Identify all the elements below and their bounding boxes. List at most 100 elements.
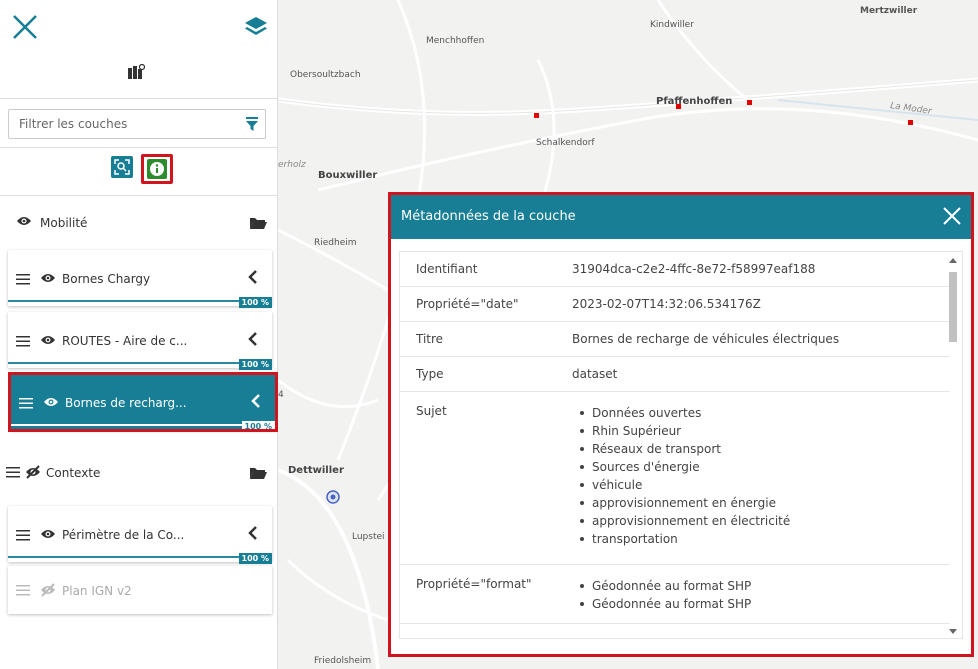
metadata-value: Bornes de recharge de véhicules électriq… [556, 321, 950, 357]
layers-icon[interactable] [243, 14, 269, 40]
scroll-thumb[interactable] [949, 272, 957, 342]
chevron-left-icon[interactable] [248, 270, 258, 284]
info-icon [150, 162, 164, 176]
layer-name: Bornes Chargy [62, 272, 151, 286]
place-label: Riedheim [314, 238, 357, 248]
list-item: véhicule [572, 476, 950, 494]
list-item: Rhin Supérieur [572, 422, 950, 440]
charging-station-marker[interactable] [747, 100, 752, 105]
zoom-to-layer-button[interactable] [111, 156, 133, 178]
place-label: Menchhoffen [426, 36, 485, 46]
charging-station-marker[interactable] [534, 113, 539, 118]
metadata-key: Propriété="format" [400, 564, 556, 624]
zoom-extent-icon [114, 159, 130, 175]
eye-icon[interactable] [40, 272, 56, 284]
layer-item-hidden[interactable]: Plan IGN v2 [8, 566, 272, 614]
scrollbar[interactable] [948, 256, 958, 636]
table-row: Type dataset [400, 356, 950, 392]
drag-handle-icon[interactable] [16, 530, 30, 541]
table-row: Propriété="format" Géodonnée au format S… [400, 564, 950, 624]
chevron-left-icon[interactable] [248, 526, 258, 540]
list-item: approvisionnement en énergie [572, 494, 950, 512]
close-icon[interactable] [10, 12, 40, 42]
list-item: Sources d'énergie [572, 458, 950, 476]
layer-group-contexte[interactable]: Contexte [0, 446, 278, 500]
layer-name: Périmètre de la Co... [62, 528, 185, 542]
folder-open-icon[interactable] [249, 466, 267, 480]
scroll-up-arrow-icon[interactable] [949, 258, 957, 263]
opacity-bar[interactable] [8, 300, 272, 302]
group-name: Mobilité [40, 216, 88, 230]
map-catalog-icon[interactable] [127, 64, 145, 80]
metadata-dialog: Métadonnées de la couche Identifiant 319… [388, 192, 974, 657]
eye-slash-icon[interactable] [39, 583, 57, 597]
list-item: Réseaux de transport [572, 440, 950, 458]
table-row: Sujet Données ouvertes Rhin Supérieur Ré… [400, 391, 950, 565]
place-label: Schalkendorf [536, 138, 595, 148]
opacity-badge: 100 % [238, 297, 272, 308]
charging-station-marker[interactable] [908, 120, 913, 125]
table-row: Propriété="date" 2023-02-07T14:32:06.534… [400, 286, 950, 322]
filter-icon[interactable] [245, 117, 259, 131]
opacity-badge: 100 % [238, 359, 272, 370]
metadata-key: Propriété="date" [400, 286, 556, 322]
opacity-bar[interactable] [8, 362, 272, 364]
list-item: Données ouvertes [572, 404, 950, 422]
place-label: Lupstei [352, 532, 385, 542]
scroll-down-arrow-icon[interactable] [949, 629, 957, 634]
metadata-key: Titre [400, 321, 556, 357]
opacity-bar[interactable] [8, 556, 272, 558]
close-icon[interactable] [941, 205, 963, 227]
place-label: Dettwiller [288, 465, 344, 476]
place-label: erholz [278, 160, 306, 170]
group-name: Contexte [46, 466, 101, 480]
layer-name: Plan IGN v2 [62, 584, 132, 598]
place-label: Friedolsheim [314, 656, 372, 666]
metadata-value-list: Géodonnée au format SHP Géodonnée au for… [556, 564, 950, 624]
layer-group-mobilite[interactable]: Mobilité [0, 196, 278, 250]
eye-slash-icon[interactable] [24, 465, 42, 479]
dialog-title: Métadonnées de la couche [401, 209, 576, 224]
metadata-key: Type [400, 356, 556, 392]
layer-tools [0, 148, 278, 196]
charging-station-marker[interactable] [676, 104, 681, 109]
opacity-badge: 100 % [238, 553, 272, 564]
metadata-key: Sujet [400, 391, 556, 565]
place-label: Bouxwiller [318, 170, 378, 181]
metadata-key: Identifiant [400, 252, 556, 287]
drag-handle-icon[interactable] [6, 467, 20, 478]
filter-input[interactable]: Filtrer les couches [8, 109, 266, 139]
drag-handle-icon[interactable] [16, 274, 30, 285]
layer-info-button[interactable] [141, 154, 173, 184]
metadata-table: Identifiant 31904dca-c2e2-4ffc-8e72-f589… [400, 252, 950, 624]
place-label: Pfaffenhoffen [656, 96, 733, 107]
metadata-content[interactable]: Identifiant 31904dca-c2e2-4ffc-8e72-f589… [399, 251, 963, 639]
drag-handle-icon[interactable] [16, 585, 30, 596]
place-label: Mertzwiller [860, 6, 918, 16]
layer-filter-row: Filtrer les couches [0, 98, 278, 148]
metadata-value: dataset [556, 356, 950, 392]
folder-open-icon[interactable] [249, 216, 267, 230]
list-item: Géodonnée au format SHP [572, 595, 950, 613]
place-label: Obersoultzbach [290, 70, 361, 80]
selection-highlight [8, 372, 278, 432]
list-item: approvisionnement en électricité [572, 512, 950, 530]
place-label: Kindwiller [650, 20, 694, 30]
metadata-value-list: Données ouvertes Rhin Supérieur Réseaux … [556, 391, 950, 565]
layer-name: ROUTES - Aire de c... [62, 334, 188, 348]
eye-icon[interactable] [40, 528, 56, 540]
metadata-value: 31904dca-c2e2-4ffc-8e72-f58997eaf188 [556, 252, 950, 287]
layer-item[interactable]: ROUTES - Aire de c... 100 % [8, 312, 272, 370]
table-row: Identifiant 31904dca-c2e2-4ffc-8e72-f589… [400, 252, 950, 287]
eye-icon[interactable] [40, 334, 56, 346]
road-number-label: 4 [278, 390, 284, 400]
list-item: transportation [572, 530, 950, 548]
list-item: Géodonnée au format SHP [572, 577, 950, 595]
chevron-left-icon[interactable] [248, 332, 258, 346]
layer-item[interactable]: Bornes Chargy 100 % [8, 250, 272, 308]
station-pin-icon[interactable] [326, 490, 340, 504]
drag-handle-icon[interactable] [16, 336, 30, 347]
layer-item[interactable]: Périmètre de la Co... 100 % [8, 506, 272, 564]
eye-icon[interactable] [16, 215, 32, 227]
table-row: Titre Bornes de recharge de véhicules él… [400, 321, 950, 357]
